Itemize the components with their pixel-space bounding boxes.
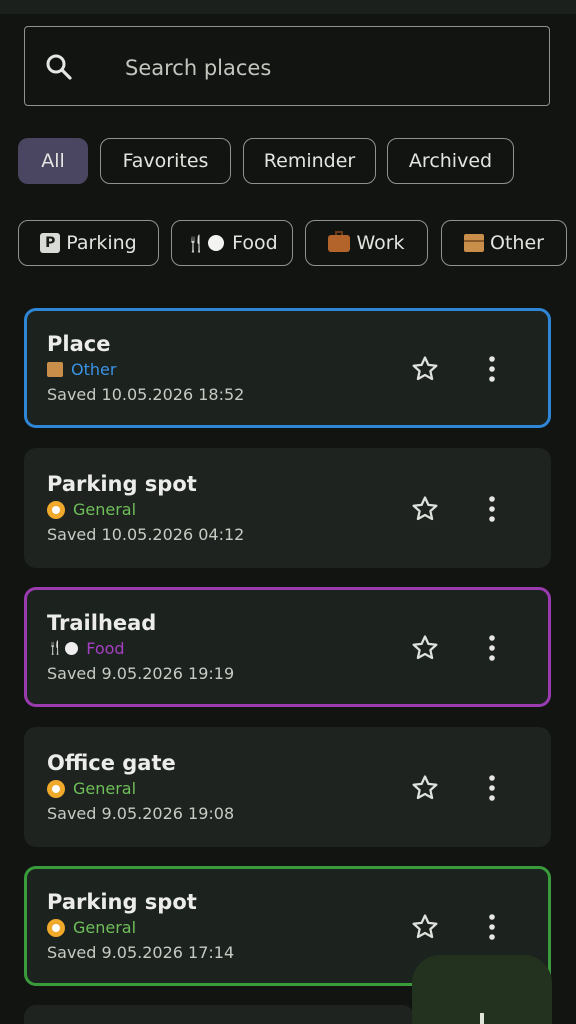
place-title: Place [47, 332, 111, 356]
search-bar[interactable] [24, 26, 550, 106]
food-icon: 🍴 [47, 641, 79, 656]
filter-chip-label: All [41, 150, 65, 172]
plus-icon [480, 1013, 484, 1024]
star-icon[interactable] [410, 494, 440, 524]
filter-chip-label: Reminder [263, 150, 356, 172]
place-category: General [47, 500, 136, 519]
place-saved-time: Saved 10.05.2026 04:12 [47, 525, 245, 544]
place-category: General [47, 918, 136, 937]
place-category-label: General [73, 500, 137, 519]
more-vert-icon[interactable] [486, 494, 498, 524]
parking-icon: P [40, 233, 61, 253]
search-icon [46, 54, 72, 80]
category-chip-other[interactable]: Other [441, 220, 567, 266]
place-title: Office gate [47, 751, 176, 775]
filter-chip-label: Favorites [122, 150, 209, 172]
place-category: General [47, 779, 136, 798]
more-vert-icon[interactable] [486, 773, 498, 803]
filter-chip-favorites[interactable]: Favorites [100, 138, 231, 184]
status-bar [0, 0, 576, 14]
place-category-label: Other [71, 360, 117, 379]
star-icon[interactable] [410, 912, 440, 942]
place-card[interactable]: Place Other Saved 10.05.2026 18:52 [24, 308, 551, 428]
place-category-label: General [73, 779, 137, 798]
star-icon[interactable] [410, 633, 440, 663]
package-icon [464, 234, 485, 252]
more-vert-icon[interactable] [486, 912, 498, 942]
filter-chip-all[interactable]: All [18, 138, 88, 184]
star-icon[interactable] [410, 773, 440, 803]
place-category: Other [47, 360, 116, 379]
place-category-label: Food [86, 639, 125, 658]
compass-icon [47, 500, 65, 519]
place-title: Parking spot [47, 472, 197, 496]
category-chip-label: Work [356, 232, 405, 254]
filter-chip-archived[interactable]: Archived [387, 138, 514, 184]
more-vert-icon[interactable] [486, 633, 498, 663]
place-category-label: General [73, 918, 137, 937]
category-chip-label: Parking [66, 232, 137, 254]
compass-icon [47, 918, 65, 937]
place-saved-time: Saved 9.05.2026 17:14 [47, 943, 235, 962]
place-saved-time: Saved 9.05.2026 19:19 [47, 664, 235, 683]
place-card[interactable]: Trailhead 🍴 Food Saved 9.05.2026 19:19 [24, 587, 551, 707]
place-category: 🍴 Food [47, 639, 125, 658]
star-icon[interactable] [410, 354, 440, 384]
place-card[interactable]: Office gate General Saved 9.05.2026 19:0… [24, 727, 551, 847]
search-input[interactable] [123, 49, 527, 87]
category-chip-parking[interactable]: P Parking [18, 220, 159, 266]
add-place-button[interactable] [412, 955, 552, 1024]
place-title: Parking spot [47, 890, 197, 914]
category-chip-label: Other [490, 232, 544, 254]
filter-chip-label: Archived [408, 150, 493, 172]
category-chip-label: Food [232, 232, 278, 254]
place-saved-time: Saved 10.05.2026 18:52 [47, 385, 245, 404]
place-saved-time: Saved 9.05.2026 19:08 [47, 804, 235, 823]
place-card[interactable]: Parking spot General Saved 10.05.2026 04… [24, 448, 551, 568]
package-icon [47, 362, 63, 377]
category-chip-food[interactable]: 🍴 Food [171, 220, 293, 266]
briefcase-icon [328, 230, 351, 252]
compass-icon [47, 779, 65, 798]
filter-chip-reminder[interactable]: Reminder [243, 138, 376, 184]
place-card-partial[interactable] [24, 1005, 414, 1024]
place-title: Trailhead [47, 611, 157, 635]
more-vert-icon[interactable] [486, 354, 498, 384]
category-chip-work[interactable]: Work [305, 220, 428, 266]
food-icon: 🍴 [186, 234, 226, 253]
